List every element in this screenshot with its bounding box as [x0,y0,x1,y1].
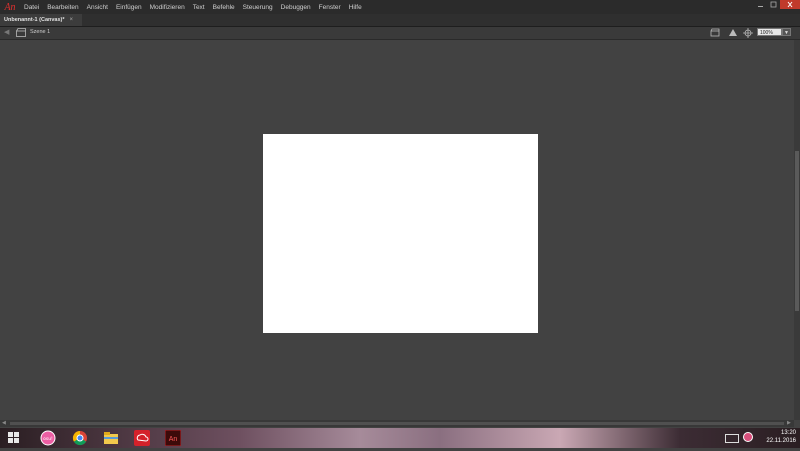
minimize-button[interactable] [754,0,767,9]
vertical-scrollbar[interactable] [794,40,800,420]
menu-bar: An Datei Bearbeiten Ansicht Einfügen Mod… [0,0,800,14]
scene-label[interactable]: Szene 1 [30,29,50,35]
animate-icon[interactable]: An [164,429,182,447]
file-explorer-icon[interactable] [103,430,119,446]
document-tab[interactable]: Unbenannt-1 (Canvas)* × [0,14,82,26]
svg-text:osu!: osu! [43,436,53,442]
keyboard-icon[interactable] [725,434,739,443]
system-clock[interactable]: 13:20 22.11.2016 [766,429,796,445]
adobe-animate-logo[interactable]: An [0,0,20,14]
creative-cloud-icon[interactable] [134,430,150,446]
osu-icon[interactable]: osu! [40,430,56,446]
taskbar: osu! An 13:20 22.11.2016 [0,428,800,448]
restore-icon [770,1,777,8]
clock-date: 22.11.2016 [766,438,796,444]
window-controls [754,0,800,10]
close-icon [787,1,793,8]
menu-datei[interactable]: Datei [20,4,43,11]
clapperboard-icon [16,28,26,37]
close-window-button[interactable] [780,0,800,9]
vertical-scroll-thumb[interactable] [795,151,799,311]
menu-bearbeiten[interactable]: Bearbeiten [43,4,82,11]
menu-steuerung[interactable]: Steuerung [239,4,277,11]
back-arrow-icon[interactable]: ◀ [4,28,9,36]
edit-symbols-icon[interactable] [728,28,738,38]
menu-modifizieren[interactable]: Modifizieren [146,4,189,11]
menu-einfuegen[interactable]: Einfügen [112,4,146,11]
power-icon[interactable] [743,432,753,442]
menu-fenster[interactable]: Fenster [315,4,345,11]
minimize-icon [758,6,763,7]
zoom-field[interactable]: 100% [757,28,782,36]
chevron-down-icon[interactable]: ▼ [782,28,791,36]
menu-debuggen[interactable]: Debuggen [277,4,315,11]
menu-ansicht[interactable]: Ansicht [83,4,112,11]
maximize-button[interactable] [767,0,780,9]
menu-hilfe[interactable]: Hilfe [345,4,366,11]
chrome-icon[interactable] [72,430,88,446]
windows-start-icon[interactable] [8,432,20,444]
horizontal-scrollbar[interactable]: ◀ ▶ [0,420,794,427]
document-tab-title: Unbenannt-1 (Canvas)* [4,17,65,23]
scroll-right-icon[interactable]: ▶ [787,420,791,427]
menu-befehle[interactable]: Befehle [209,4,239,11]
edit-scene-icon[interactable] [710,28,720,38]
edit-bar: ◀ Szene 1 100% ▼ [0,27,800,40]
stage-canvas[interactable] [263,134,538,333]
document-tab-bar: Unbenannt-1 (Canvas)* × [0,14,800,27]
workspace [0,40,794,420]
scroll-left-icon[interactable]: ◀ [2,420,6,427]
svg-text:An: An [169,436,178,443]
horizontal-scroll-thumb[interactable] [10,422,784,425]
clock-time: 13:20 [780,430,796,436]
center-stage-icon[interactable] [743,28,753,38]
menu-text[interactable]: Text [189,4,209,11]
close-tab-icon[interactable]: × [70,17,74,23]
